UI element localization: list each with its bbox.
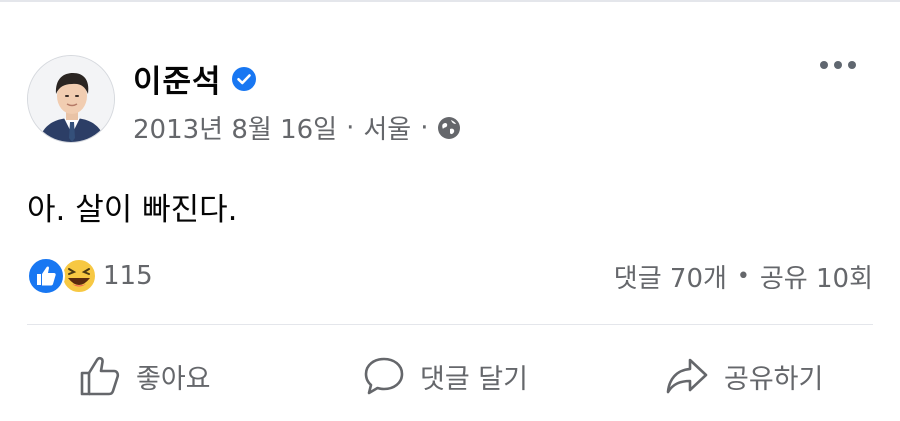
post-stats: 댓글 70개 • 공유 10회 (614, 258, 873, 295)
author-name[interactable]: 이준석 (133, 56, 222, 101)
post-date[interactable]: 2013년 8월 16일 (133, 109, 337, 146)
globe-icon[interactable] (437, 116, 461, 140)
meta-separator: · (420, 112, 429, 143)
comment-count[interactable]: 댓글 70개 (614, 258, 727, 295)
more-options-icon[interactable] (820, 61, 856, 69)
post-header: 이준석 (133, 56, 256, 101)
reaction-icons (27, 256, 99, 296)
like-icon (27, 257, 65, 295)
share-arrow-icon (666, 358, 708, 394)
share-button[interactable]: 공유하기 (664, 350, 823, 402)
reactions-summary[interactable]: 115 (27, 256, 153, 296)
meta-separator: · (346, 112, 355, 143)
post-location[interactable]: 서울 (363, 109, 411, 146)
like-label: 좋아요 (136, 363, 211, 395)
divider (27, 324, 873, 325)
stats-separator: • (736, 264, 750, 289)
like-button[interactable]: 좋아요 (78, 350, 211, 402)
top-border (0, 0, 900, 2)
avatar[interactable] (27, 55, 115, 143)
reaction-count: 115 (103, 261, 153, 291)
comment-button[interactable]: 댓글 달기 (362, 350, 528, 402)
haha-icon (61, 258, 97, 294)
share-count[interactable]: 공유 10회 (760, 258, 873, 295)
post-text: 아. 살이 빠진다. (27, 192, 238, 228)
thumbs-up-icon (80, 356, 120, 396)
profile-photo (28, 56, 114, 142)
verified-badge-icon (231, 66, 256, 91)
comment-bubble-icon (364, 357, 404, 395)
action-bar: 좋아요 댓글 달기 공유하기 (0, 350, 900, 402)
comment-label: 댓글 달기 (420, 363, 528, 395)
post-meta: 2013년 8월 16일 · 서울 · (133, 109, 461, 146)
share-label: 공유하기 (724, 363, 824, 395)
